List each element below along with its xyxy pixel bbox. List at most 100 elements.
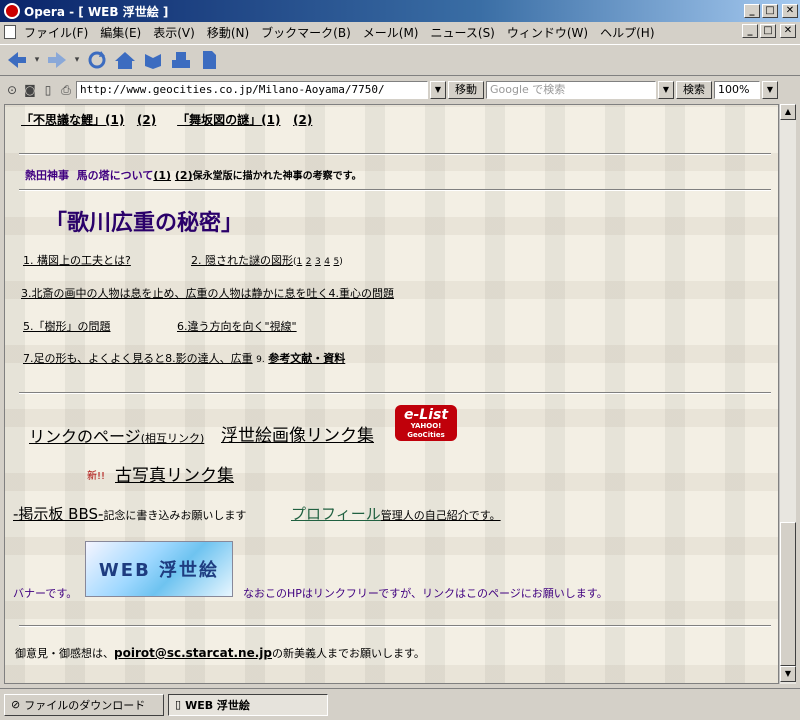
bbs-link[interactable]: -掲示板 BBS- [13,505,103,523]
downloads-tab[interactable]: ⊘ ファイルのダウンロード [4,693,164,716]
bbs-row: -掲示板 BBS-記念に書き込みお願いします [13,503,246,524]
divider [19,392,771,394]
menu-navigate[interactable]: 移動(N) [201,24,255,41]
maximize-button[interactable]: □ [762,4,778,18]
page-tab-icon: ▯ [175,698,182,711]
toc-item-2-page1-link[interactable]: 1 [297,257,303,267]
toc-item-2-page3-link[interactable]: 3 [315,257,321,267]
address-input[interactable]: http://www.geocities.co.jp/Milano-Aoyama… [76,81,428,99]
elist-yahoo-geocities-badge[interactable]: e-List YAHOO! GeoCities [395,405,457,441]
address-history-dropdown[interactable]: ▼ [430,81,446,99]
zoom-select[interactable]: 100% [714,81,760,99]
toc-item-8-link[interactable]: 8.影の達人、広重 [165,352,253,365]
search-button[interactable]: 検索 [676,81,712,99]
back-history-dropdown-icon[interactable]: ▾ [32,47,42,73]
old-photo-row: 古写真リンク集 [115,461,234,486]
hotlist-icon[interactable] [140,47,166,73]
fushigi-koi-1-link[interactable]: (1) [105,113,124,127]
printer-small-icon[interactable]: ⎙ [58,82,74,98]
contact-suffix: の新美義人までお願いします。 [272,647,425,660]
forward-history-dropdown-icon[interactable]: ▾ [72,47,82,73]
email-link[interactable]: poirot@sc.starcat.ne.jp [114,646,272,660]
close-button[interactable]: ✕ [782,4,798,18]
security-icon[interactable]: ⊙ [4,82,20,98]
page-content: 「不思議な鯉」(1) (2) 「舞坂図の謎」(1) (2) 熱田神事 馬の塔につ… [4,104,779,684]
toc-row-1b: 2. 隠された謎の図形(1 2 3 4 5) [191,254,343,267]
profile-link[interactable]: プロフィール [291,505,381,523]
mutual-links-label: (相互リンク) [140,432,205,445]
menu-bookmarks[interactable]: ブックマーク(B) [255,24,357,41]
profile-row: プロフィール管理人の自己紹介です。 [291,503,501,524]
ukiyoe-image-links-link[interactable]: 浮世絵画像リンク集 [221,426,374,446]
toc-item-2-page4-link[interactable]: 4 [324,257,330,267]
menu-news[interactable]: ニュース(S) [424,24,500,41]
atsuta-link-text: 馬の塔について [76,169,154,182]
web-ukiyoe-banner-image[interactable]: WEB 浮世絵 [85,541,233,597]
forward-arrow-icon[interactable] [44,47,70,73]
toc-row-2: 3.北斎の画中の人物は息を止め、広重の人物は静かに息を吐く4.重心の問題 [21,285,394,301]
contact-row: 御意見・御感想は、poirot@sc.starcat.ne.jpの新美義人までお… [15,645,425,661]
fushigi-koi-2-link[interactable]: (2) [137,113,156,127]
elist-logo-subtext: YAHOO! GeoCities [407,422,445,439]
banner-text: WEB 浮世絵 [98,560,220,581]
minimize-button[interactable]: _ [744,4,760,18]
new-page-icon[interactable] [196,47,222,73]
scrollbar-thumb[interactable] [780,522,796,666]
maisaka-title-link[interactable]: 「舞坂図の謎」 [177,113,261,127]
home-icon[interactable] [112,47,138,73]
menu-edit[interactable]: 編集(E) [94,24,147,41]
toc-item-6-link[interactable]: 6.違う方向を向く"視線" [177,320,297,333]
navigation-toolbar: ▾ ▾ [0,44,800,76]
mdi-minimize-button[interactable]: _ [742,24,758,38]
search-input[interactable]: Google で検索 [486,81,656,99]
toc-row-1: 1. 構図上の工夫とは? [23,252,131,268]
mdi-restore-button[interactable]: □ [760,24,776,38]
page-info-icon[interactable]: ▯ [40,82,56,98]
menu-help[interactable]: ヘルプ(H) [594,24,660,41]
atsuta-2-link[interactable]: (2) [175,169,193,182]
print-icon[interactable] [168,47,194,73]
menu-mail[interactable]: メール(M) [357,24,425,41]
link-page-link[interactable]: リンクのページ(相互リンク) [29,427,204,446]
address-toolbar: ⊙ ◙ ▯ ⎙ http://www.geocities.co.jp/Milan… [0,78,800,102]
mdi-close-button[interactable]: ✕ [780,24,796,38]
title-bar: Opera - [ WEB 浮世絵 ] _ □ ✕ [0,0,800,22]
vertical-scrollbar[interactable]: ▲ ▼ [779,104,796,684]
camera-icon[interactable]: ◙ [22,82,38,98]
fushigi-koi-title-link[interactable]: 「不思議な鯉」 [21,113,105,127]
toc-item-5-link[interactable]: 5.「樹形」の問題 [23,320,111,333]
toc-row-3: 5.「樹形」の問題 [23,318,111,334]
back-arrow-icon[interactable] [4,47,30,73]
toc-item-3-link[interactable]: 3.北斎の画中の人物は息を止め、広重の人物は静かに息を吐く [21,287,329,300]
active-page-tab[interactable]: ▯ WEB 浮世絵 [168,693,328,716]
old-photo-links-link[interactable]: 古写真リンク集 [115,466,234,486]
toc-item-9-link[interactable]: 参考文献・資料 [268,352,345,365]
toc-item-7-link[interactable]: 7.足の形も、よくよく見ると [23,352,165,365]
hiroshige-title: 「歌川広重の秘密」 [45,211,244,236]
bbs-description: 記念に書き込みお願いします [103,509,247,522]
menu-view[interactable]: 表示(V) [147,24,201,41]
window-controls: _ □ ✕ [744,4,798,18]
atsuta-1-link[interactable]: (1) [153,169,171,182]
scroll-up-button[interactable]: ▲ [780,104,796,120]
atsuta-row: 熱田神事 馬の塔について(1) (2)保永堂版に描かれた神事の考察です。 [25,167,362,183]
new-badge: 新!! [87,471,106,482]
toc-item-2-page2-link[interactable]: 2 [306,257,312,267]
menu-file[interactable]: ファイル(F) [18,24,94,41]
zoom-dropdown[interactable]: ▼ [762,81,778,99]
go-button[interactable]: 移動 [448,81,484,99]
menu-window[interactable]: ウィンドウ(W) [501,24,594,41]
scroll-down-button[interactable]: ▼ [780,666,796,682]
maisaka-2-link[interactable]: (2) [293,113,312,127]
transfer-icon: ⊘ [11,698,21,711]
toc-item-4-link[interactable]: 4.重心の問題 [329,287,395,300]
toc-item-2-link[interactable]: 2. 隠された謎の図形 [191,254,293,267]
reload-icon[interactable] [84,47,110,73]
link-page-label: リンクのページ [29,427,141,446]
document-icon [4,25,16,39]
maisaka-1-link[interactable]: (1) [261,113,280,127]
divider [19,625,771,627]
opera-logo-icon [4,3,20,19]
search-engine-dropdown[interactable]: ▼ [658,81,674,99]
toc-item-1-link[interactable]: 1. 構図上の工夫とは? [23,254,131,267]
